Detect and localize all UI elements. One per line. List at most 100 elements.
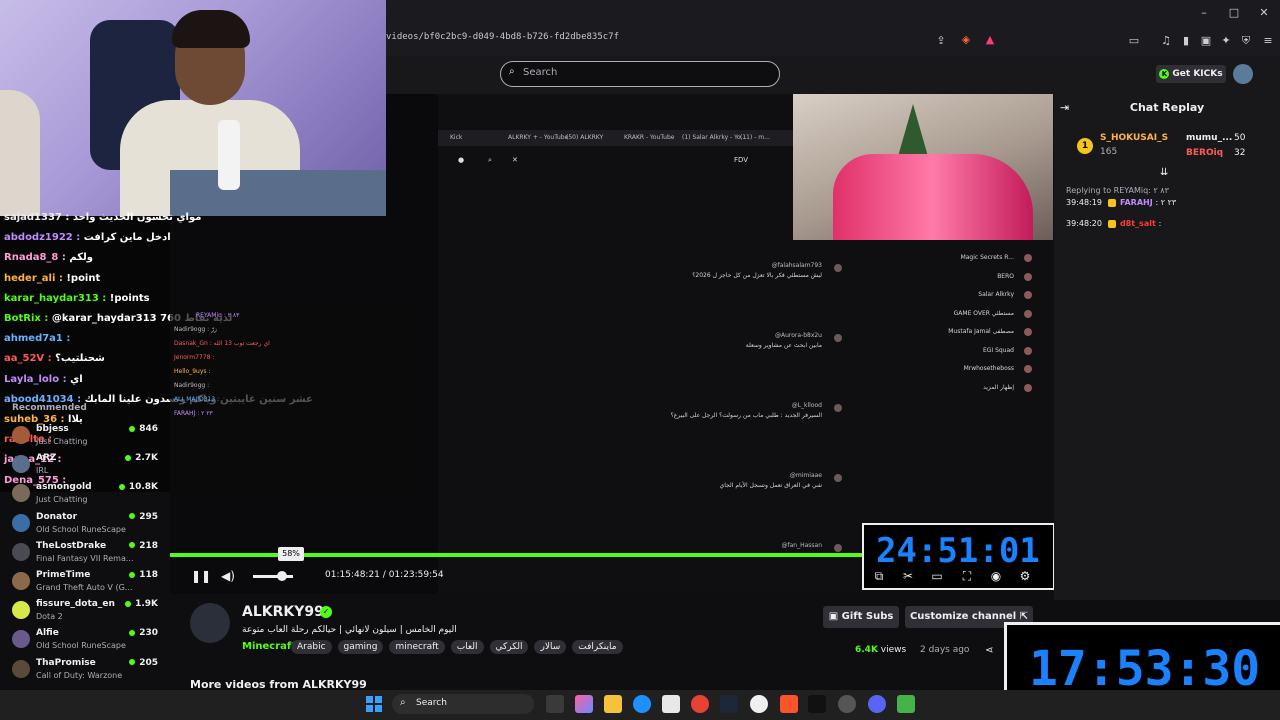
capcut-icon[interactable]	[808, 695, 826, 713]
minecraft-icon[interactable]	[897, 695, 915, 713]
category-link[interactable]: Minecraft	[242, 641, 296, 652]
recommended-item[interactable]: fissure_dota_en Dota 2 1.9K	[0, 597, 170, 625]
chat-username[interactable]: karar_haydar313 :	[4, 293, 110, 304]
recommended-item[interactable]: ARZ IRL 2.7K	[0, 451, 170, 479]
search-input[interactable]: ⌕ Search	[500, 61, 780, 87]
get-kicks-button[interactable]: K Get KICKs	[1156, 65, 1226, 83]
chat-message: !point	[66, 272, 101, 284]
chat-username[interactable]: heder_ali :	[4, 273, 66, 284]
chat-username[interactable]: aa_52V :	[4, 353, 55, 364]
store-icon[interactable]	[662, 695, 680, 713]
leaderboard-name[interactable]: S_HOKUSAI_S	[1100, 133, 1168, 143]
discord-icon[interactable]	[868, 695, 886, 713]
chat-username[interactable]: abdodz1922 :	[4, 232, 84, 243]
fullscreen-icon[interactable]: ⛶	[960, 569, 974, 583]
theater-mode-icon[interactable]: ▭	[930, 569, 944, 583]
tag-chip[interactable]: minecraft	[389, 640, 445, 654]
chat-username[interactable]: d8t_salt	[1120, 219, 1159, 228]
captured-tab: (50) ALKRKY	[566, 134, 604, 141]
channel-game: Final Fantasy VII Rema...	[36, 553, 134, 563]
leaderboard-score: 165	[1100, 147, 1118, 157]
tag-chip[interactable]: ماينكرافت	[572, 640, 623, 654]
tag-chip[interactable]: الكركي	[489, 640, 529, 654]
close-icon[interactable]: ✕	[1256, 6, 1272, 20]
kick-coin-icon: K	[1159, 68, 1170, 79]
recommended-item[interactable]: asmongold Just Chatting 10.8K	[0, 480, 170, 508]
recommended-item[interactable]: PrimeTime Grand Theft Auto V (G... 118	[0, 568, 170, 596]
reading-mode-icon[interactable]: ▮	[1178, 34, 1194, 48]
time-display: 01:15:48:21 / 01:23:59:54	[325, 570, 444, 580]
clip-icon[interactable]: ✂	[901, 569, 915, 583]
recommended-item[interactable]: Alfie Old School RuneScape 230	[0, 626, 170, 654]
edge-icon[interactable]	[633, 695, 651, 713]
leaderboard-name[interactable]: BEROiq	[1186, 148, 1223, 158]
maximize-icon[interactable]: □	[1226, 6, 1242, 20]
recommended-item[interactable]: bbjess Just Chatting 846	[0, 422, 170, 450]
tag-chip[interactable]: Arabic	[291, 640, 332, 654]
overlay-clock-time: 24:51:01	[876, 531, 1040, 571]
chat-username[interactable]: BotRix :	[4, 313, 52, 324]
pip-icon[interactable]: ⧉	[872, 569, 886, 583]
chrome-icon[interactable]	[691, 695, 709, 713]
pause-icon[interactable]: ❚❚	[191, 569, 211, 583]
recommended-item[interactable]: TheLostDrake Final Fantasy VII Rema... 218	[0, 539, 170, 567]
media-icon[interactable]: ♫	[1158, 34, 1174, 48]
channel-avatar	[12, 513, 30, 532]
channel-avatar[interactable]	[190, 603, 230, 643]
recommended-item[interactable]: ThaPromise Call of Duty: Warzone 205	[0, 656, 170, 684]
chat-username[interactable]: Layla_lolo :	[4, 374, 70, 385]
brave-shield-icon[interactable]: ◈	[958, 33, 974, 47]
get-kicks-label: Get KICKs	[1172, 69, 1223, 79]
quality-icon[interactable]: ◉	[989, 569, 1003, 583]
volume-knob[interactable]	[276, 571, 287, 581]
tag-chip[interactable]: العاب	[450, 640, 484, 654]
recommended-item[interactable]: Donator Old School RuneScape 295	[0, 510, 170, 538]
tag-chip[interactable]: سالار	[534, 640, 567, 654]
menu-icon[interactable]: ≡	[1260, 34, 1276, 48]
brave-icon[interactable]	[780, 695, 798, 713]
chat-username[interactable]: sajad1337 :	[4, 212, 73, 223]
steam-icon[interactable]	[720, 695, 738, 713]
side-channel-avatar	[1024, 346, 1032, 355]
gift-subs-button[interactable]: ▣ Gift Subs	[823, 606, 899, 628]
chat-message: ادخل ماين كرافت	[83, 232, 171, 244]
obs-icon[interactable]	[750, 695, 768, 713]
channel-name[interactable]: ALKRKY99	[242, 604, 324, 620]
file-explorer-icon[interactable]	[604, 695, 622, 713]
view-count: 6.4K views	[855, 645, 906, 655]
chat-message: !points	[109, 292, 150, 304]
brave-rewards-icon[interactable]: ▲	[982, 33, 998, 47]
sidebar-toggle-icon[interactable]: ▭	[1126, 34, 1142, 48]
tag-chip[interactable]: gaming	[337, 640, 384, 654]
wallet-icon[interactable]: ▣	[1198, 34, 1214, 48]
task-view-icon[interactable]	[546, 695, 564, 713]
address-bar[interactable]: videos/bf0c2bc9-d049-4bd8-b726-fd2dbe835…	[386, 32, 1186, 50]
captured-chat-line: REYAMiq : ٨٣ ٢	[196, 312, 240, 319]
channel-name: TheLostDrake	[36, 540, 107, 551]
app-icon[interactable]	[838, 695, 856, 713]
leaderboard-name[interactable]: mumu_...	[1186, 133, 1232, 143]
chat-username[interactable]: Rnada8_8 :	[4, 252, 69, 263]
chat-username[interactable]: ahmed7a1 :	[4, 333, 70, 344]
share-page-icon[interactable]: ⇪	[933, 34, 949, 48]
minimize-icon[interactable]: –	[1196, 6, 1212, 20]
share-icon[interactable]: ⋖	[985, 645, 993, 656]
windows-start-icon[interactable]	[366, 696, 382, 712]
user-avatar[interactable]	[1233, 64, 1253, 84]
leaderboard-score: 50	[1234, 133, 1246, 143]
settings-gear-icon[interactable]: ⚙	[1018, 569, 1032, 583]
expand-leaderboard-icon[interactable]: ⇊	[1160, 167, 1168, 178]
chat-username[interactable]: FARAHJ	[1120, 198, 1156, 207]
external-link-icon: ⇱	[1016, 611, 1029, 622]
volume-icon[interactable]: ◀)	[221, 569, 235, 583]
comment-username: @Aurora-b8x2u	[774, 332, 822, 339]
captured-tab: ALKRKY + - YouTube	[508, 134, 569, 141]
volume-slider[interactable]	[253, 575, 293, 578]
leo-ai-icon[interactable]: ✦	[1218, 34, 1234, 48]
vpn-icon[interactable]: ⛨	[1238, 34, 1254, 48]
copilot-icon[interactable]	[575, 695, 593, 713]
chat-message: شحنلتيب؟	[55, 353, 105, 365]
reply-note: Replying to REYAMiq: ٨٣ ٢	[1066, 186, 1169, 195]
comment-username: @mimiaae	[789, 472, 822, 479]
taskbar-search[interactable]: ⌕ Search	[392, 694, 534, 714]
